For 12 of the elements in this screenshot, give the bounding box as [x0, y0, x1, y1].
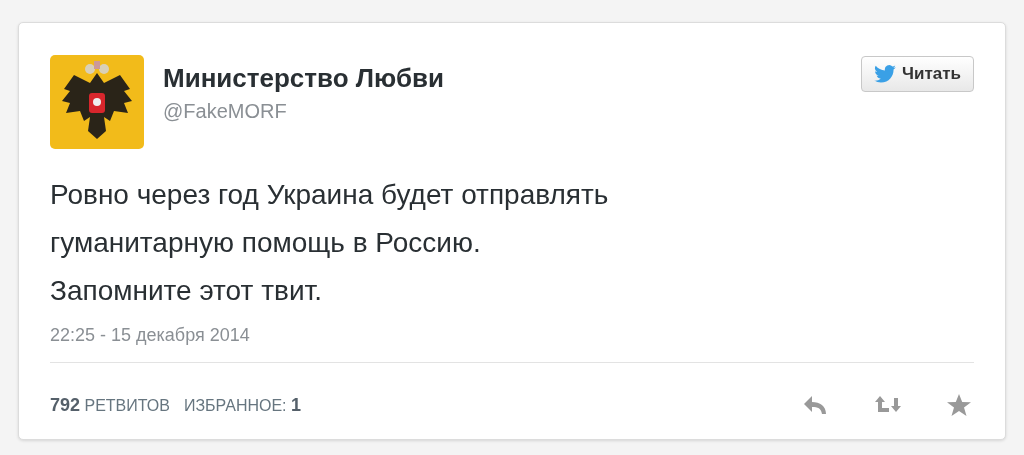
follow-button[interactable]: Читать [861, 56, 974, 92]
avatar[interactable] [50, 55, 144, 149]
tweet-text: Запомните этот твит. [50, 274, 323, 308]
tweet-text: Ровно через год Украина будет отправлять [50, 178, 610, 212]
stat-count[interactable]: 792 РЕТВИТОВ [50, 394, 170, 416]
tweet-text: гуманитарную помощь в Россию. [50, 226, 482, 260]
timestamp[interactable]: 22:25 - 15 декабря 2014 [50, 325, 250, 346]
author-name[interactable]: Министерство Любви [163, 63, 862, 94]
star-icon[interactable] [946, 393, 974, 417]
stat-count[interactable]: ИЗБРАННОЕ: 1 [183, 394, 302, 416]
author-handle[interactable]: @FakeMORF [163, 100, 862, 123]
bird-icon [874, 65, 897, 83]
